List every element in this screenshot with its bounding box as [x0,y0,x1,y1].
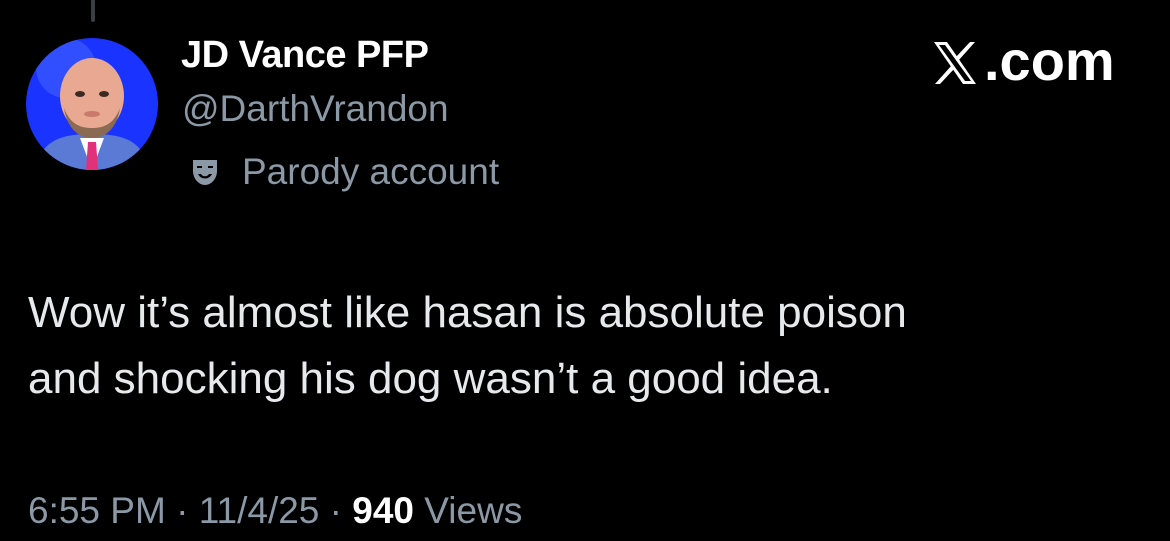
tweet-text-line-2: and shocking his dog wasn’t a good idea. [28,354,833,403]
x-com-watermark: .com [930,28,1115,93]
view-count: 940 [352,490,415,531]
thread-connector-line [91,0,95,22]
tweet-text-line-1: Wow it’s almost like hasan is absolute p… [28,288,907,337]
tweet-meta: 6:55 PM · 11/4/25 · 940 Views [28,490,522,532]
meta-separator: · [329,490,342,531]
tweet-body: Wow it’s almost like hasan is absolute p… [28,280,1128,412]
avatar[interactable] [26,38,158,170]
brand-domain-text: .com [984,29,1115,92]
tweet-time[interactable]: 6:55 PM [28,490,166,531]
theater-mask-icon [190,157,220,187]
views-label: Views [424,490,523,531]
avatar-image [26,38,158,170]
x-logo-icon [930,36,980,86]
author-handle[interactable]: @DarthVrandon [182,88,449,130]
parody-label: Parody account [190,150,499,194]
tweet-date[interactable]: 11/4/25 [199,490,320,531]
parody-account-label: Parody account [242,151,500,192]
meta-separator: · [176,490,189,531]
author-display-name[interactable]: JD Vance PFP [181,34,429,77]
